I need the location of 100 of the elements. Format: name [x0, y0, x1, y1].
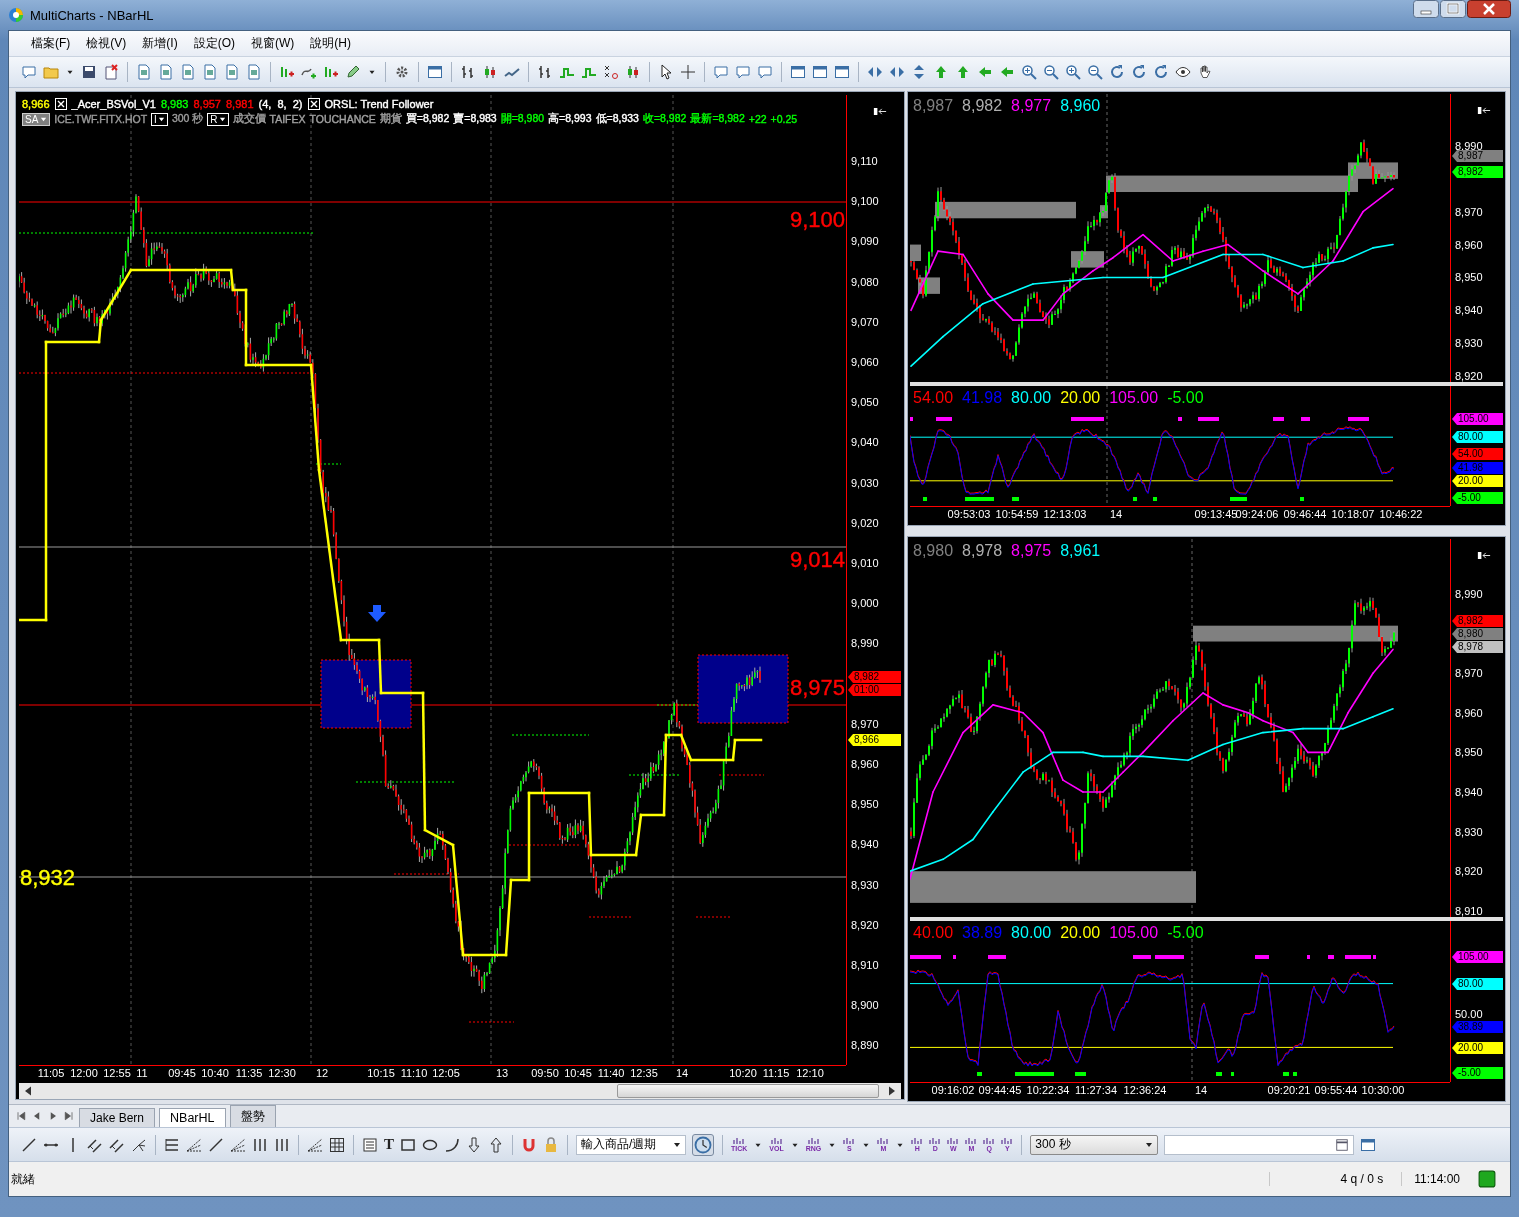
document-delete-icon[interactable] — [103, 64, 119, 80]
document-icon[interactable] — [224, 64, 240, 80]
price-tick: 9,050 — [851, 396, 879, 409]
last-arrow-icon[interactable] — [63, 1109, 75, 1123]
vertical-lines-icon[interactable] — [252, 1136, 268, 1153]
menu-item[interactable]: 新增(I) — [134, 33, 186, 54]
dropdown-button[interactable]: I — [151, 112, 168, 126]
line-icon[interactable] — [208, 1136, 224, 1153]
navigation-arrows-icon[interactable] — [889, 64, 905, 80]
quote-value: TAIFEX — [269, 113, 306, 125]
channel-icon[interactable] — [109, 1136, 125, 1153]
arc-icon[interactable] — [444, 1136, 460, 1153]
calendar-icon[interactable] — [1335, 1137, 1350, 1152]
first-arrow-icon[interactable] — [15, 1109, 27, 1123]
navigation-arrows-icon[interactable] — [867, 64, 883, 80]
rectangle-icon[interactable] — [400, 1136, 416, 1153]
sheet-tab[interactable]: NBarHL — [159, 1108, 226, 1127]
speech-bubble-icon[interactable] — [21, 64, 37, 80]
sheet-tab[interactable]: Jake Bern — [79, 1108, 156, 1127]
price-tick: 8,910 — [1455, 904, 1483, 917]
time-tick: 12:36:24 — [1123, 1084, 1167, 1096]
speech-bubble-icon[interactable] — [757, 64, 773, 80]
session-button[interactable]: SA — [22, 112, 51, 126]
candlestick-icon[interactable] — [482, 64, 498, 80]
rotate-arrow-icon[interactable] — [1131, 64, 1147, 80]
grid-icon[interactable] — [329, 1136, 345, 1153]
line-icon[interactable] — [21, 1136, 37, 1153]
panel-toggle-icon[interactable] — [1477, 106, 1491, 115]
arrow-left-icon[interactable] — [999, 64, 1015, 80]
quote-value: 期貨 — [379, 112, 402, 126]
close-icon[interactable] — [1467, 0, 1511, 18]
price-tick: 8,930 — [851, 878, 879, 891]
minimize-icon[interactable] — [1413, 0, 1439, 18]
date-field[interactable] — [1164, 1134, 1355, 1155]
zoom-out-icon[interactable] — [1043, 64, 1059, 80]
candlestick-icon[interactable] — [625, 64, 641, 80]
arrow-down-icon[interactable] — [466, 1136, 482, 1153]
chart-add-icon[interactable] — [323, 64, 339, 80]
menu-item[interactable]: 說明(H) — [302, 33, 359, 54]
menu-item[interactable]: 檢視(V) — [78, 33, 135, 54]
speech-bubble-icon[interactable] — [735, 64, 751, 80]
chart-add-icon[interactable] — [279, 64, 295, 80]
scrollbar[interactable] — [19, 1083, 901, 1099]
bar-chart-icon[interactable] — [460, 64, 476, 80]
eye-icon[interactable] — [1175, 64, 1191, 80]
zoom-in-icon[interactable] — [1065, 64, 1081, 80]
clock-icon[interactable] — [692, 1133, 714, 1156]
point-figure-icon[interactable] — [603, 64, 619, 80]
window-icon[interactable] — [427, 64, 443, 80]
window-icon[interactable] — [790, 64, 806, 80]
panel-toggle-icon[interactable] — [873, 107, 887, 116]
menu-item[interactable]: 檔案(F) — [23, 33, 79, 54]
quote-value: 買=8,982 — [405, 112, 450, 126]
menu-item[interactable]: 設定(O) — [185, 33, 243, 54]
save-icon[interactable] — [81, 64, 97, 80]
window-icon[interactable] — [1360, 1136, 1377, 1153]
arrow-up-icon[interactable] — [955, 64, 971, 80]
fan-lines-icon[interactable] — [230, 1136, 246, 1153]
text-tool[interactable]: T — [384, 1136, 394, 1153]
scrollbar-thumb[interactable] — [617, 1084, 879, 1098]
time-tick: 14 — [675, 1067, 689, 1079]
sheet-tab[interactable]: 盤勢 — [229, 1105, 276, 1127]
parallel-lines-icon[interactable] — [164, 1136, 180, 1153]
menu-item[interactable]: 視窗(W) — [243, 33, 303, 54]
speech-bubble-icon[interactable] — [713, 64, 729, 80]
connection-status-icon — [1478, 1170, 1496, 1188]
list-icon[interactable] — [362, 1136, 378, 1153]
magnet-icon[interactable] — [521, 1136, 537, 1153]
document-icon[interactable] — [136, 64, 152, 80]
rotate-arrow-icon[interactable] — [1153, 64, 1169, 80]
arrow-left-icon[interactable] — [977, 64, 993, 80]
crosshair-icon[interactable] — [680, 64, 696, 80]
channel-icon[interactable] — [87, 1136, 103, 1153]
rotate-arrow-icon[interactable] — [1109, 64, 1125, 80]
document-icon[interactable] — [202, 64, 218, 80]
legend-value: 54.00 — [913, 389, 954, 407]
window-icon[interactable] — [834, 64, 850, 80]
window-icon[interactable] — [812, 64, 828, 80]
pencil-icon[interactable] — [345, 64, 361, 80]
time-tick: 12:55 — [103, 1067, 131, 1079]
gear-icon[interactable] — [394, 64, 410, 80]
fan-lines-icon[interactable] — [186, 1136, 202, 1153]
hand-icon[interactable] — [1197, 64, 1213, 80]
document-icon[interactable] — [246, 64, 262, 80]
symbol-combo[interactable]: 輸入商品/週期 — [576, 1134, 686, 1155]
zoom-out-icon[interactable] — [1087, 64, 1103, 80]
panel-toggle-icon[interactable] — [1477, 551, 1491, 560]
fan-lines-icon[interactable] — [307, 1136, 323, 1153]
document-icon[interactable] — [158, 64, 174, 80]
dropdown-button[interactable]: R — [207, 112, 229, 126]
document-icon[interactable] — [180, 64, 196, 80]
arrow-up-icon[interactable] — [488, 1136, 504, 1153]
lock-icon[interactable] — [543, 1136, 559, 1153]
zoom-in-icon[interactable] — [1021, 64, 1037, 80]
interval-combo[interactable]: 300 秒 — [1030, 1134, 1159, 1155]
vertical-lines-icon[interactable] — [274, 1136, 290, 1153]
maximize-icon[interactable] — [1440, 0, 1466, 18]
arrow-up-icon[interactable] — [933, 64, 949, 80]
bar-chart-icon[interactable] — [537, 64, 553, 80]
pointer-icon[interactable] — [658, 64, 674, 80]
